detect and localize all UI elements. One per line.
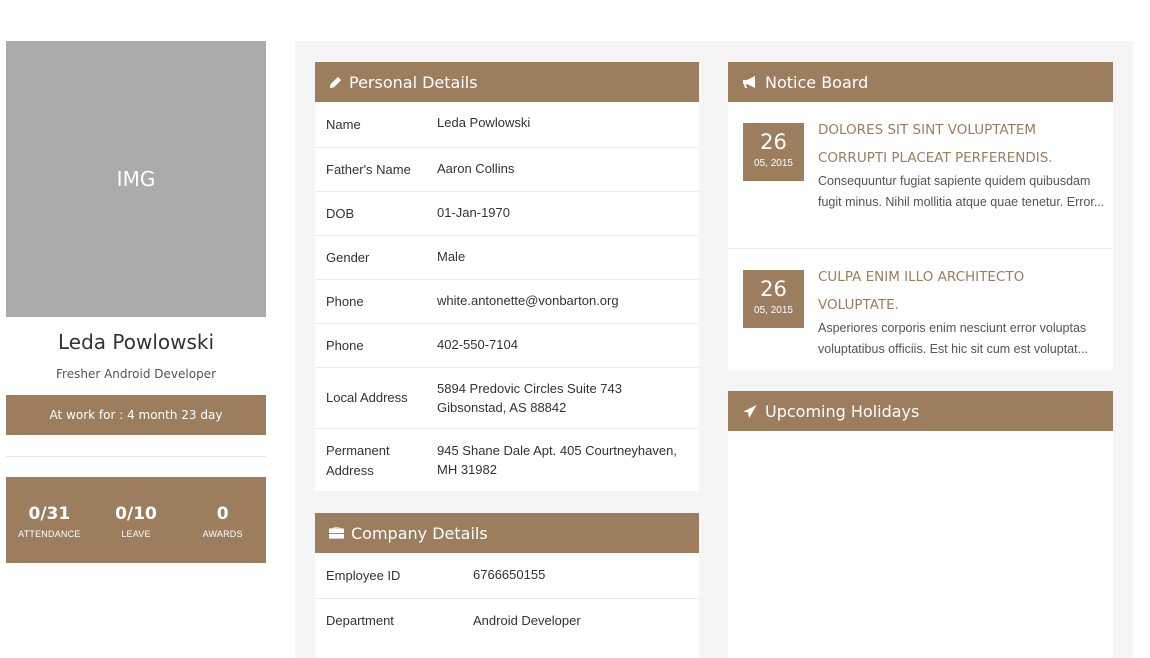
- profile-stats: 0/31 ATTENDANCE 0/10 LEAVE 0 AWARDS: [6, 477, 266, 563]
- notice-day: 26: [760, 130, 787, 154]
- stat-value: 0/31: [28, 503, 71, 524]
- detail-value: Aaron Collins: [437, 161, 515, 176]
- detail-row-gender: Gender Male: [315, 236, 699, 280]
- profile-name: Leda Powlowski: [57, 330, 215, 354]
- personal-details-panel: Personal Details Name Leda Powlowski Fat…: [315, 62, 699, 491]
- divider: [6, 456, 266, 457]
- detail-label: DOB: [326, 205, 355, 221]
- panel-title: Company Details: [351, 523, 488, 543]
- detail-label: Gender: [326, 249, 370, 265]
- company-details-header: Company Details: [315, 513, 699, 553]
- upcoming-holidays-panel: Upcoming Holidays: [728, 391, 1113, 658]
- stat-awards[interactable]: 0 AWARDS: [179, 477, 266, 563]
- detail-label: Local Address: [326, 390, 408, 405]
- notice-day: 26: [760, 277, 787, 301]
- personal-details-header: Personal Details: [315, 62, 699, 102]
- stat-attendance[interactable]: 0/31 ATTENDANCE: [6, 477, 93, 563]
- detail-label: Permanent Address: [326, 442, 390, 478]
- detail-value: white.antonette@vonbarton.org: [437, 293, 619, 308]
- detail-label: Department: [326, 613, 394, 628]
- detail-value: 945 Shane Dale Apt. 405 Courtneyhaven, M…: [437, 442, 677, 477]
- briefcase-icon: [329, 527, 344, 539]
- detail-value: 5894 Predovic Circles Suite 743 Gibsonst…: [437, 380, 622, 415]
- panel-title: Upcoming Holidays: [765, 401, 920, 421]
- detail-row-department: Department Android Developer: [315, 599, 699, 643]
- detail-value: Leda Powlowski: [437, 115, 531, 130]
- notice-date: 26 05, 2015: [743, 270, 804, 328]
- megaphone-icon: [743, 76, 755, 88]
- notice-item[interactable]: 26 05, 2015 DOLORES SIT SINT VOLUPTATEM …: [728, 102, 1113, 249]
- notice-board-header: Notice Board: [728, 62, 1113, 102]
- profile-image-placeholder: IMG: [6, 41, 266, 317]
- stat-leave[interactable]: 0/10 LEAVE: [93, 477, 180, 563]
- paper-plane-icon: [743, 404, 757, 418]
- work-duration-bar: At work for : 4 month 23 day: [6, 395, 266, 435]
- upcoming-holidays-header: Upcoming Holidays: [728, 391, 1113, 431]
- detail-label: Phone: [326, 293, 364, 309]
- profile-role: Fresher Android Developer: [56, 367, 216, 381]
- detail-value: 402-550-7104: [437, 337, 518, 352]
- notice-title-link[interactable]: CULPA ENIM ILLO ARCHITECTO VOLUPTATE.: [818, 263, 1098, 319]
- detail-row-name: Name Leda Powlowski: [315, 102, 699, 148]
- notice-title-link[interactable]: DOLORES SIT SINT VOLUPTATEM CORRUPTI PLA…: [818, 116, 1098, 172]
- detail-label: Name: [326, 116, 361, 132]
- detail-value: Android Developer: [473, 612, 581, 628]
- stat-label: LEAVE: [121, 528, 151, 539]
- stat-label: ATTENDANCE: [18, 528, 81, 539]
- detail-value: 01-Jan-1970: [437, 205, 510, 220]
- panel-title: Notice Board: [765, 72, 869, 92]
- detail-value: Male: [437, 249, 466, 264]
- detail-row-phone: Phone 402-550-7104: [315, 324, 699, 368]
- notice-date: 26 05, 2015: [743, 123, 804, 181]
- pencil-icon: [329, 76, 342, 88]
- panel-title: Personal Details: [349, 72, 478, 92]
- detail-value: 6766650155: [473, 567, 546, 582]
- detail-row-employee-id: Employee ID 6766650155: [315, 553, 699, 599]
- detail-row-local-address: Local Address 5894 Predovic Circles Suit…: [315, 368, 699, 429]
- stat-label: AWARDS: [202, 528, 243, 539]
- stat-value: 0: [216, 503, 229, 524]
- detail-label: Phone: [326, 337, 364, 353]
- notice-excerpt: Consequuntur fugiat sapiente quidem quib…: [818, 174, 1105, 209]
- detail-row-dob: DOB 01-Jan-1970: [315, 192, 699, 236]
- detail-label: Father's Name: [326, 161, 411, 177]
- notice-board-panel: Notice Board 26 05, 2015 DOLORES SIT SIN…: [728, 62, 1113, 370]
- notice-item[interactable]: 26 05, 2015 CULPA ENIM ILLO ARCHITECTO V…: [728, 249, 1113, 370]
- detail-row-fathers-name: Father's Name Aaron Collins: [315, 148, 699, 192]
- detail-row-email: Phone white.antonette@vonbarton.org: [315, 280, 699, 324]
- detail-row-permanent-address: Permanent Address 945 Shane Dale Apt. 40…: [315, 429, 699, 492]
- company-details-panel: Company Details Employee ID 6766650155 D…: [315, 513, 699, 658]
- notice-month-year: 05, 2015: [754, 158, 793, 169]
- notice-month-year: 05, 2015: [754, 305, 793, 316]
- notice-excerpt: Asperiores corporis enim nesciunt error …: [818, 321, 1089, 356]
- detail-label: Employee ID: [326, 567, 401, 583]
- stat-value: 0/10: [115, 503, 157, 524]
